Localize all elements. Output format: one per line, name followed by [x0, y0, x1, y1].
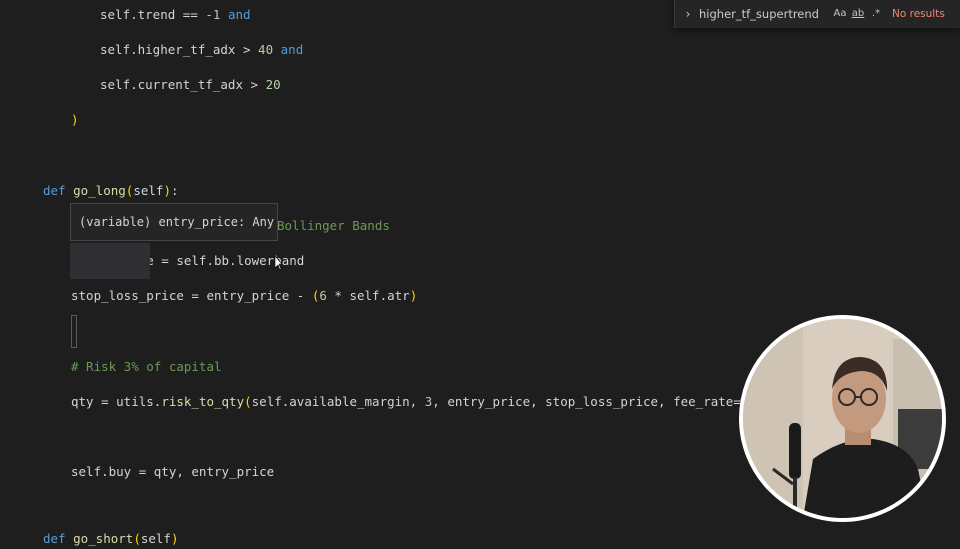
code-line[interactable]: stop_loss_price = entry_price - (6 * sel…	[71, 286, 417, 306]
code-token: self.available_margin,	[251, 394, 425, 409]
code-token: self.trend ==	[100, 7, 206, 22]
code-line[interactable]: self.buy = qty, entry_price	[71, 462, 274, 482]
code-token: stop_loss_price = entry_price -	[71, 288, 312, 303]
code-token: -1	[205, 7, 221, 22]
code-token: 40	[258, 42, 274, 57]
code-line[interactable]: def go_short(self)	[43, 529, 179, 549]
code-token: qty = utils.	[71, 394, 162, 409]
code-token: 20	[265, 77, 281, 92]
mouse-cursor-icon	[274, 255, 282, 271]
code-line[interactable]: self.current_tf_adx > 20	[100, 75, 281, 95]
code-token: go_long	[73, 183, 126, 198]
code-line[interactable]: qty = utils.risk_to_qty(self.available_m…	[71, 392, 778, 412]
code-token: )	[163, 183, 171, 198]
code-token: Bollinger Bands	[277, 218, 390, 233]
hover-tooltip: (variable) entry_price: Any	[70, 203, 278, 241]
code-token: :	[170, 183, 179, 198]
code-line[interactable]: )	[71, 110, 79, 130]
code-line[interactable]: self.higher_tf_adx > 40 and	[100, 40, 303, 60]
code-token: go_short	[73, 531, 134, 546]
code-token: self.higher_tf_adx >	[100, 42, 259, 57]
match-case-button[interactable]: Aa	[833, 6, 847, 22]
code-token: , entry_price, stop_loss_price, fee_rate…	[432, 394, 779, 409]
whole-word-button[interactable]: ab	[851, 6, 865, 22]
code-token: self	[140, 531, 171, 546]
code-token: def	[43, 183, 66, 198]
code-token: and	[227, 7, 251, 22]
code-token: )	[409, 288, 418, 303]
code-token: and	[280, 42, 304, 57]
code-line[interactable]: # Risk 3% of capital	[71, 357, 222, 377]
code-token: def	[43, 531, 66, 546]
code-line[interactable]: Bollinger Bands	[277, 216, 390, 236]
code-token: )	[71, 112, 79, 127]
code-token: 6	[319, 288, 327, 303]
hover-tooltip-text: (variable) entry_price: Any	[79, 215, 275, 229]
code-token: * self.atr	[326, 288, 410, 303]
toggle-replace-chevron-icon[interactable]: ›	[681, 6, 695, 22]
person-video-icon	[743, 319, 942, 518]
webcam-overlay	[739, 315, 946, 522]
code-line[interactable]: def go_long(self):	[43, 181, 179, 201]
word-highlight	[70, 243, 150, 279]
code-token: )	[170, 531, 179, 546]
code-token: (	[133, 531, 141, 546]
find-input[interactable]: higher_tf_supertrend	[699, 4, 819, 24]
regex-button[interactable]: .*	[869, 6, 883, 22]
code-token: self.buy = qty, entry_price	[71, 464, 275, 479]
code-token: # Risk 3% of capital	[71, 359, 222, 374]
find-widget: › higher_tf_supertrend Aa ab .* No resul…	[674, 0, 960, 28]
code-token: self.current_tf_adx >	[100, 77, 266, 92]
find-status: No results	[892, 8, 945, 20]
code-token: self	[133, 183, 164, 198]
code-token: risk_to_qty	[161, 394, 245, 409]
text-cursor	[71, 315, 77, 348]
code-token: (	[244, 394, 252, 409]
code-line[interactable]: self.trend == -1 and	[100, 5, 251, 25]
